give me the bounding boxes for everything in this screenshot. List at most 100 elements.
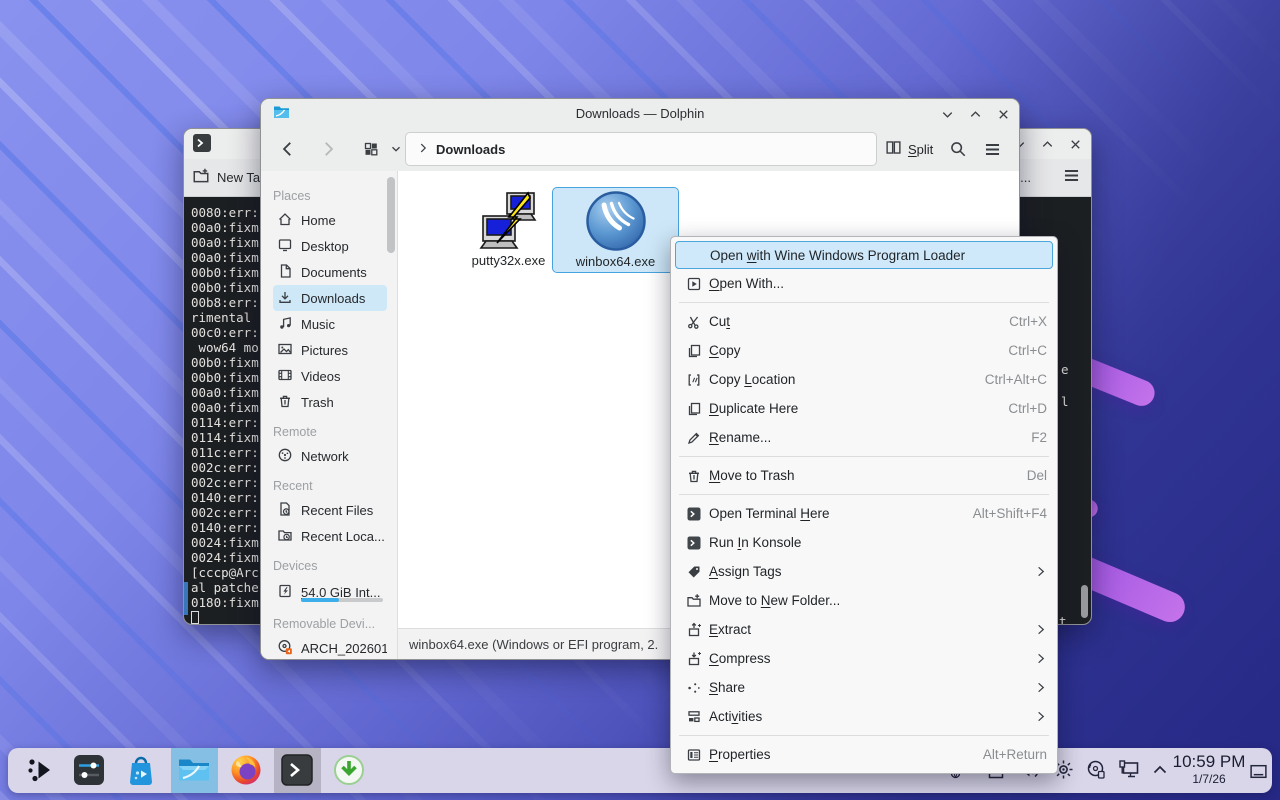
menu-item-label: Rename... [709,430,1019,445]
taskbar-system-settings-button[interactable] [71,753,107,789]
menu-item-extract[interactable]: Extract [671,615,1057,644]
terminal-scrollbar[interactable] [1081,585,1088,618]
sidebar-item-label: Recent Loca... [301,529,385,544]
sidebar-item-home[interactable]: Home [273,207,387,233]
menu-item-label: Run In Konsole [709,535,1047,550]
clock[interactable]: 10:59 PM 1/7/26 [1170,751,1248,786]
harddisk-icon [277,583,293,602]
removable-disc-icon [277,639,293,658]
menu-item-label: Move to Trash [709,468,1015,483]
menu-item-copy[interactable]: CopyCtrl+C [671,336,1057,365]
breadcrumb[interactable]: Downloads [405,132,877,166]
show-desktop-button[interactable] [1246,759,1270,783]
menu-item-open-terminal-here[interactable]: Open Terminal HereAlt+Shift+F4 [671,499,1057,528]
tray-display-button[interactable] [1118,761,1140,781]
split-icon [885,139,902,159]
menu-item-rename[interactable]: Rename... F2 [671,423,1057,452]
terminal-scroll-indicator [184,582,188,615]
terminal-line-fragment: l [1061,394,1069,409]
menu-item-shortcut: Ctrl+D [1008,401,1047,416]
tray-device-notifier-button[interactable] [1085,761,1107,781]
terminal-line-fragment: t [1059,614,1067,625]
sidebar-item-downloads[interactable]: Downloads [273,285,387,311]
menu-separator [679,735,1049,736]
taskbar-konsole-button[interactable] [279,753,315,789]
open-with-icon [685,275,703,293]
menu-item-copy-location[interactable]: Copy LocationCtrl+Alt+C [671,365,1057,394]
menu-item-assign-tags[interactable]: Assign Tags [671,557,1057,586]
hamburger-menu-button[interactable] [983,140,1002,159]
file-name: winbox64.exe [553,254,678,269]
menu-item-properties[interactable]: PropertiesAlt+Return [671,740,1057,769]
file-item-winbox64.exe[interactable]: winbox64.exe [552,187,679,273]
sidebar-item-pictures[interactable]: Pictures [273,337,387,363]
menu-item-shortcut: Ctrl+Alt+C [985,372,1047,387]
taskbar-app-launcher-button[interactable] [23,753,59,789]
sidebar-item-label: Pictures [301,343,348,358]
menu-item-move-to-new-folder[interactable]: Move to New Folder... [671,586,1057,615]
taskbar-discover-button[interactable] [123,753,159,789]
settings-icon [72,753,106,790]
taskbar-dolphin-button[interactable] [176,753,212,789]
back-button[interactable] [279,140,297,158]
device-notifier-icon [1086,759,1107,783]
menu-separator [679,494,1049,495]
clock-date: 1/7/26 [1170,772,1248,786]
duplicate-icon [685,400,703,418]
sidebar-section-header: Places [273,185,397,207]
menu-separator [679,302,1049,303]
new-tab-button[interactable]: New Tab [192,167,267,188]
sidebar-section-header: Recent [273,475,397,497]
sidebar-item-trash[interactable]: Trash [273,389,387,415]
view-mode-dropdown[interactable] [389,142,403,156]
menu-item-activities[interactable]: Activities [671,702,1057,731]
menu-item-open-with-wine-windows-program-loader[interactable]: Open with Wine Windows Program Loader [675,241,1053,269]
sidebar-item-54-0-gib-int-[interactable]: 54.0 GiB Int... [273,577,387,607]
close-button[interactable] [1067,136,1083,152]
window-title: Downloads — Dolphin [261,106,1019,121]
sidebar-item-music[interactable]: Music [273,311,387,337]
activities-icon [685,708,703,726]
search-button[interactable] [949,140,967,158]
split-button[interactable]: Split [885,139,933,159]
sidebar-item-documents[interactable]: Documents [273,259,387,285]
sidebar-item-recent-files[interactable]: Recent Files [273,497,387,523]
menu-item-open-with[interactable]: Open With... [671,269,1057,298]
maximize-button[interactable] [967,106,983,122]
menu-item-cut[interactable]: CutCtrl+X [671,307,1057,336]
menu-item-label: Open With... [709,276,1047,291]
sidebar-item-desktop[interactable]: Desktop [273,233,387,259]
copy-location-icon [685,371,703,389]
sidebar-section-header: Devices [273,555,397,577]
menu-item-shortcut: F2 [1031,430,1047,445]
sidebar-item-arch-202601[interactable]: ARCH_202601 [273,635,387,660]
view-mode-button[interactable] [363,141,379,157]
menu-item-shortcut: Alt+Return [983,747,1047,762]
menu-item-share[interactable]: Share [671,673,1057,702]
maximize-button[interactable] [1039,136,1055,152]
dolphin-titlebar[interactable]: Downloads — Dolphin [261,99,1019,127]
compress-icon [685,650,703,668]
breadcrumb-folder[interactable]: Downloads [436,142,505,157]
menu-item-run-in-konsole[interactable]: Run In Konsole [671,528,1057,557]
app-launcher-icon [24,753,58,790]
sidebar-scrollbar[interactable] [387,177,395,253]
menu-item-move-to-trash[interactable]: Move to TrashDel [671,461,1057,490]
menu-item-duplicate-here[interactable]: Duplicate HereCtrl+D [671,394,1057,423]
taskbar-downloader-button[interactable] [331,753,367,789]
minimize-button[interactable] [939,106,955,122]
tray-tray-expander-button[interactable] [1149,761,1171,781]
sidebar-item-recent-loca-[interactable]: Recent Loca... [273,523,387,549]
submenu-arrow-icon [1034,710,1047,723]
forward-button[interactable] [319,140,337,158]
hamburger-icon[interactable] [1062,166,1081,188]
disk-usage-bar [301,598,383,602]
sidebar-item-videos[interactable]: Videos [273,363,387,389]
trash-icon [685,467,703,485]
menu-item-compress[interactable]: Compress [671,644,1057,673]
taskbar-firefox-button[interactable] [228,753,264,789]
terminal-line-fragment: e [1061,362,1069,377]
close-button[interactable] [995,106,1011,122]
sidebar-item-network[interactable]: Network [273,443,387,469]
menu-item-label: Extract [709,622,1022,637]
